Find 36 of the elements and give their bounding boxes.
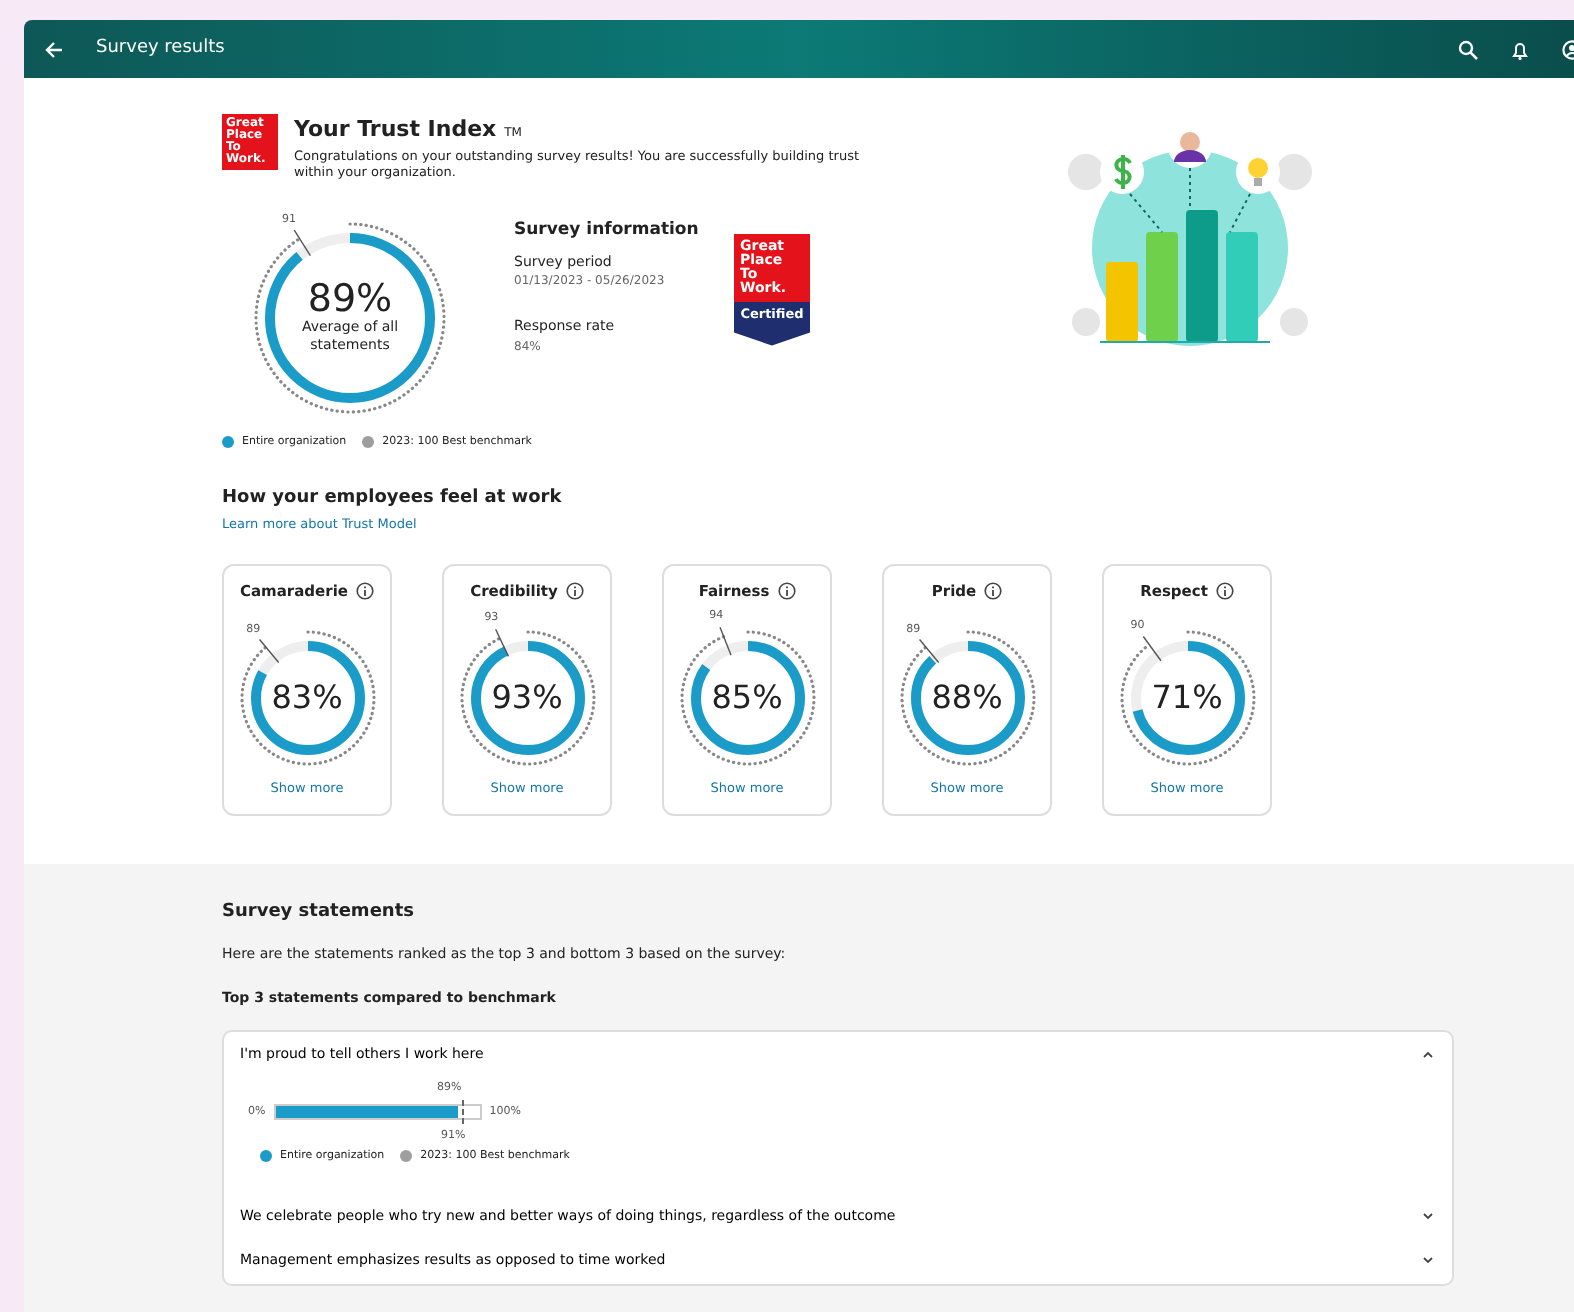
info-icon[interactable]	[565, 581, 584, 600]
info-icon[interactable]	[1215, 581, 1234, 600]
back-icon[interactable]	[44, 39, 64, 59]
gauge-track-gap	[503, 640, 528, 656]
trust-index-title: Your Trust Index	[294, 116, 497, 142]
gauge-value: 85%	[711, 675, 783, 720]
gauge-track-gap	[928, 640, 968, 664]
benchmark-tick	[1141, 635, 1161, 662]
benchmark-tick	[257, 638, 279, 663]
benchmark-ring	[899, 629, 1035, 766]
gauge-track-gap	[296, 233, 351, 261]
page-title: Survey results	[96, 35, 227, 62]
gauge-value: 83%	[271, 675, 343, 720]
gauge-value: 88%	[931, 675, 1003, 720]
bell-icon[interactable]	[1510, 39, 1530, 59]
info-icon[interactable]	[356, 581, 374, 600]
search-icon[interactable]	[1458, 39, 1478, 59]
benchmark-tick	[493, 628, 509, 657]
info-title: Survey information	[514, 218, 701, 244]
section-title: How your employees feel at work	[222, 486, 564, 513]
benchmark-ring	[459, 629, 595, 766]
gauge-value: 89%	[307, 280, 393, 319]
info-icon[interactable]	[984, 581, 1003, 600]
benchmark-tick	[293, 229, 312, 257]
section-title: Survey statements	[222, 900, 416, 926]
gauge-track-gap	[257, 640, 308, 676]
benchmark-marker	[461, 1100, 464, 1125]
benchmark-ring	[679, 629, 815, 766]
info-icon[interactable]	[777, 581, 796, 600]
benchmark-tick	[718, 626, 731, 656]
benchmark-ring	[239, 629, 375, 766]
benchmark-tick	[917, 638, 939, 663]
benchmark-ring	[1119, 629, 1255, 766]
gauge-value: 71%	[1151, 675, 1223, 720]
gauge-value: 93%	[491, 675, 563, 720]
gauge-track-gap	[701, 640, 748, 671]
